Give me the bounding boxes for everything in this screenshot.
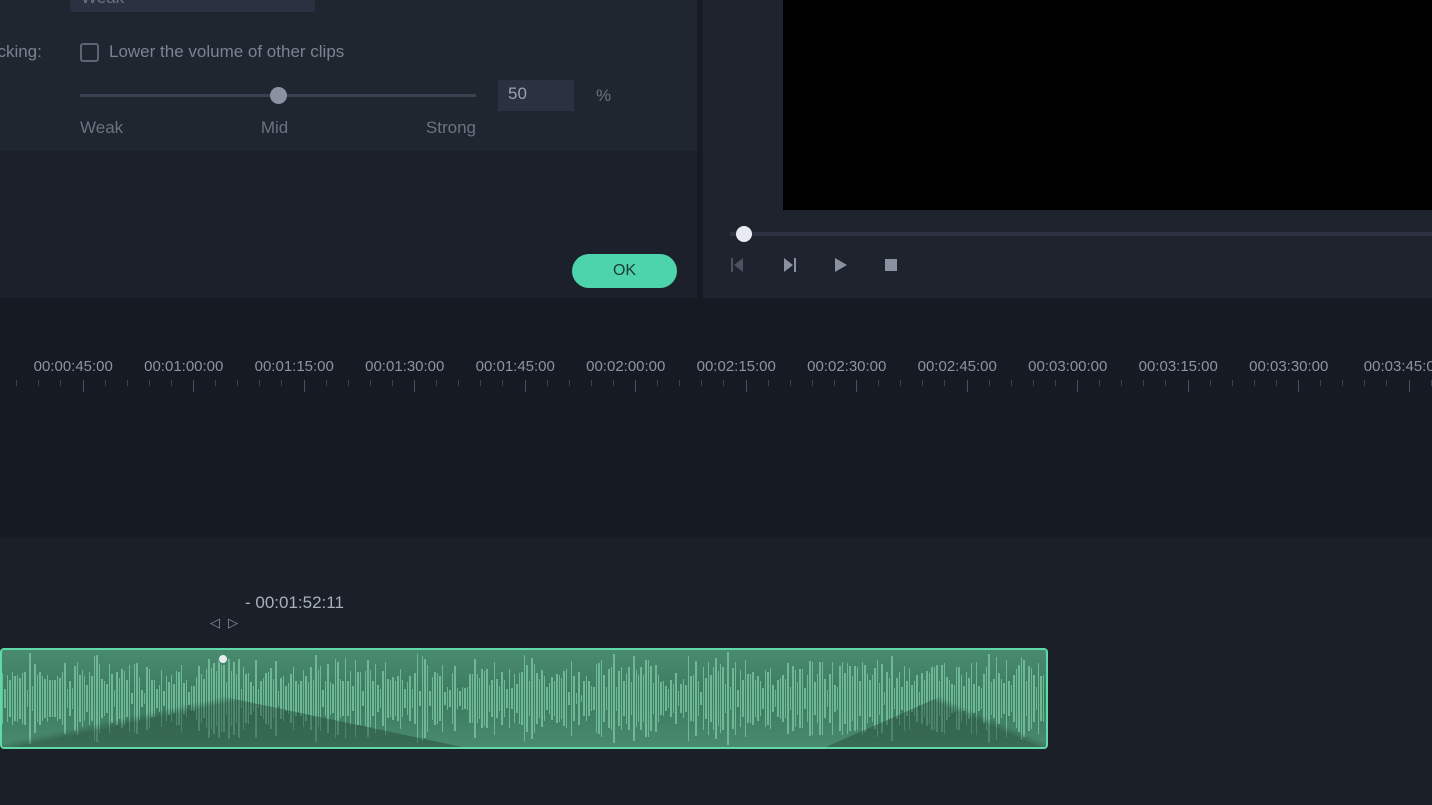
timeline-ruler[interactable]: 0000:00:45:0000:01:00:0000:01:15:0000:01… bbox=[0, 345, 1432, 401]
slider-scale-labels: Weak Mid Strong bbox=[80, 118, 476, 138]
ruler-timecode: 00:01:30:00 bbox=[350, 358, 461, 375]
audio-clip[interactable] bbox=[0, 648, 1048, 749]
ruler-timecode: 00:03:30:00 bbox=[1234, 358, 1345, 375]
slider-label-mid: Mid bbox=[261, 118, 288, 138]
percent-label: % bbox=[596, 86, 611, 106]
ruler-timecode: 00:02:45:00 bbox=[902, 358, 1013, 375]
ducking-panel: Weak ucking: Lower the volume of other c… bbox=[0, 0, 697, 298]
lower-volume-checkbox[interactable] bbox=[80, 43, 99, 62]
lower-volume-label: Lower the volume of other clips bbox=[109, 42, 344, 62]
ruler-timecode: 00:02:00:00 bbox=[571, 358, 682, 375]
ruler-timecode: 00:01:00:00 bbox=[129, 358, 240, 375]
ruler-timecode: 00:01:15:00 bbox=[239, 358, 350, 375]
progress-thumb[interactable] bbox=[736, 226, 752, 242]
dropdown-value: Weak bbox=[81, 0, 124, 8]
ruler-timecode: 00:02:30:00 bbox=[792, 358, 903, 375]
timeline-track[interactable]: - 00:01:52:11 ◁ ▷ bbox=[0, 538, 1432, 805]
lower-volume-row: Lower the volume of other clips bbox=[0, 42, 683, 62]
progress-track bbox=[730, 232, 1432, 236]
next-frame-button[interactable] bbox=[777, 253, 801, 277]
video-preview bbox=[783, 0, 1432, 210]
ruler-timecode: 00 bbox=[0, 358, 18, 375]
keyframe-marker[interactable] bbox=[218, 654, 228, 664]
preview-panel bbox=[703, 0, 1432, 298]
progress-bar[interactable] bbox=[730, 226, 1432, 242]
nudge-left-icon[interactable]: ◁ bbox=[210, 615, 220, 631]
ruler-timecode: 00:03:15:00 bbox=[1123, 358, 1234, 375]
playback-controls bbox=[726, 253, 903, 277]
slider-label-weak: Weak bbox=[80, 118, 123, 138]
ducking-slider[interactable] bbox=[80, 94, 476, 97]
ducking-slider-row: 50 % bbox=[80, 80, 677, 111]
play-button[interactable] bbox=[828, 253, 852, 277]
ruler-labels: 0000:00:45:0000:01:00:0000:01:15:0000:01… bbox=[0, 358, 1432, 375]
ok-button[interactable]: OK bbox=[572, 254, 677, 288]
ruler-timecode: 00:03:00:00 bbox=[1013, 358, 1124, 375]
clip-duration-label: - 00:01:52:11 bbox=[245, 593, 344, 613]
stop-button[interactable] bbox=[879, 253, 903, 277]
slider-label-strong: Strong bbox=[426, 118, 476, 138]
panel-content: Weak ucking: Lower the volume of other c… bbox=[0, 0, 697, 151]
ruler-timecode: 00:02:15:00 bbox=[681, 358, 792, 375]
prev-frame-button[interactable] bbox=[726, 253, 750, 277]
waveform bbox=[2, 650, 1046, 747]
ruler-timecode: 00:03:45:0 bbox=[1344, 358, 1432, 375]
ruler-timecode: 00:01:45:00 bbox=[460, 358, 571, 375]
ruler-ticks bbox=[0, 380, 1432, 400]
nudge-right-icon[interactable]: ▷ bbox=[228, 615, 238, 631]
ruler-timecode: 00:00:45:00 bbox=[18, 358, 129, 375]
ducking-value-input[interactable]: 50 bbox=[498, 80, 574, 111]
clip-nudge-arrows: ◁ ▷ bbox=[210, 615, 238, 631]
slider-thumb[interactable] bbox=[270, 87, 287, 104]
